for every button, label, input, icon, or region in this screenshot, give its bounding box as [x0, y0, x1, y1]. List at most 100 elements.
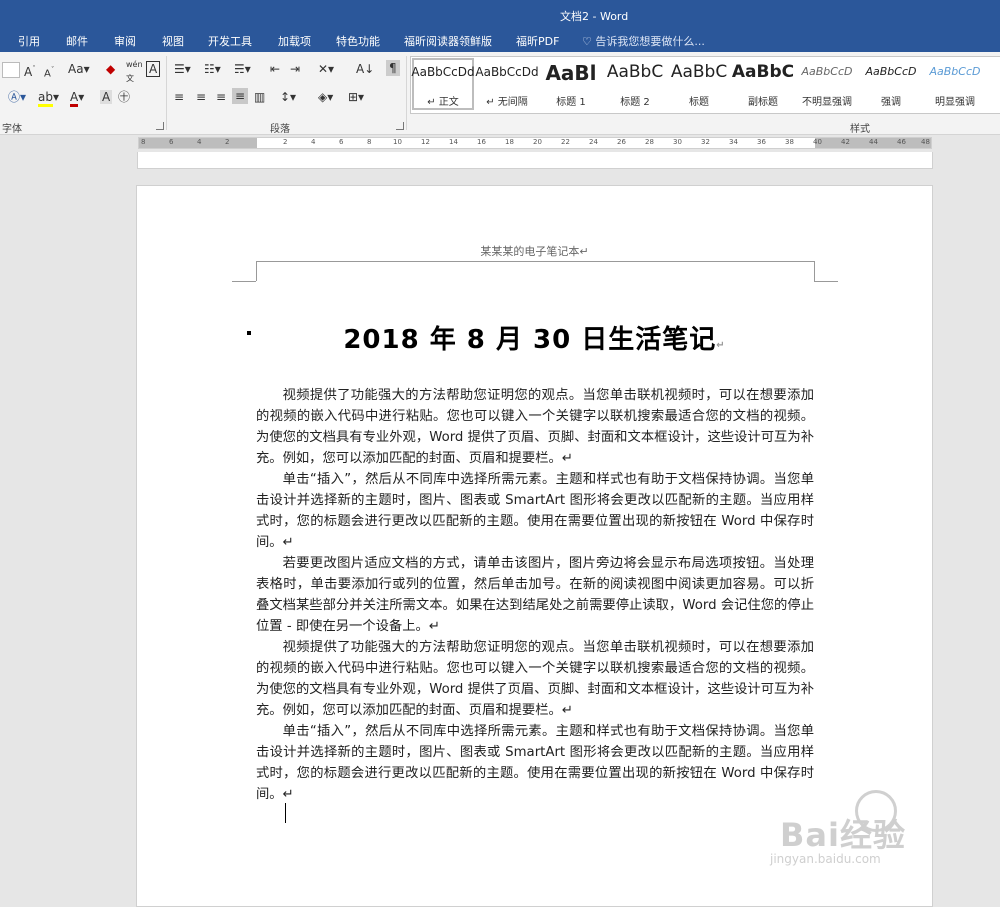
font-dialog-launcher-icon[interactable] — [156, 122, 164, 130]
ruler-tick: 8 — [367, 138, 372, 146]
style-normal[interactable]: AaBbCcDd ↵ 正文 — [411, 57, 475, 111]
crop-mark — [814, 261, 815, 281]
style-heading-1[interactable]: AaBl 标题 1 — [539, 57, 603, 111]
style-name: ↵ 无间隔 — [486, 97, 528, 108]
window-title: 文档2 - Word — [560, 10, 629, 23]
paragraph-dialog-launcher-icon[interactable] — [396, 122, 404, 130]
font-group-label: 字体 — [2, 124, 22, 135]
font-size-dropdown[interactable] — [2, 62, 20, 78]
ruler-tick: 34 — [729, 138, 738, 146]
ribbon: Aˆ Aˇ Aa▾ ◆ wén 文 A Ⓐ▾ ab▾ A▾ A ㊉ 字体 ☰▾ ☷… — [0, 52, 1000, 135]
highlight-color-icon[interactable]: ab▾ — [38, 90, 59, 107]
ruler-tick: 8 — [141, 138, 146, 146]
style-name: 不明显强调 — [802, 97, 852, 108]
multilevel-list-icon[interactable]: ☴▾ — [234, 62, 251, 76]
style-title[interactable]: AaBbC 标题 — [667, 57, 731, 111]
align-center-icon[interactable]: ≡ — [196, 90, 206, 104]
style-emphasis[interactable]: AaBbCcD 强调 — [859, 57, 923, 111]
style-subtitle[interactable]: AaBbC 副标题 — [731, 57, 795, 111]
watermark-url: jingyan.baidu.com — [770, 852, 881, 866]
document-body[interactable]: 视频提供了功能强大的方法帮助您证明您的观点。当您单击联机视频时，可以在想要添加的… — [256, 385, 814, 805]
align-left-icon[interactable]: ≡ — [174, 90, 184, 104]
style-preview: AaBbC — [670, 62, 728, 82]
align-right-icon[interactable]: ≡ — [216, 90, 226, 104]
ruler-tick: 32 — [701, 138, 710, 146]
style-name: 副标题 — [748, 97, 778, 108]
page-header-text[interactable]: 某某某的电子笔记本↵ — [137, 243, 932, 259]
phonetic-guide-icon[interactable]: wén 文 — [126, 58, 143, 86]
style-preview: AaBbC — [731, 62, 795, 82]
tab-special-features[interactable]: 特色功能 — [336, 33, 380, 49]
chinese-layout-icon[interactable]: ✕▾ — [318, 62, 334, 76]
text-effects-icon[interactable]: Ⓐ▾ — [8, 90, 26, 104]
document-title-text: 2018 年 8 月 30 日生活笔记 — [343, 325, 717, 355]
ruler-tick: 48 — [921, 138, 930, 146]
clear-formatting-icon[interactable]: ◆ — [106, 62, 115, 76]
tab-mailings[interactable]: 邮件 — [66, 33, 88, 49]
distributed-icon[interactable]: ▥ — [254, 90, 265, 104]
enclose-characters-icon[interactable]: ㊉ — [118, 90, 130, 104]
crop-mark — [232, 281, 256, 282]
style-intense-emphasis[interactable]: AaBbCcD 明显强调 — [923, 57, 987, 111]
character-shading-icon[interactable]: A — [100, 90, 113, 104]
paragraph-group-label: 段落 — [270, 124, 290, 135]
shrink-font-icon[interactable]: Aˇ — [44, 63, 54, 81]
style-heading-2[interactable]: AaBbC 标题 2 — [603, 57, 667, 111]
tab-addins[interactable]: 加载项 — [278, 33, 311, 49]
body-paragraph: 单击“插入”，然后从不同库中选择所需元素。主题和样式也有助于文档保持协调。当您单… — [256, 472, 814, 550]
ruler-tick: 36 — [757, 138, 766, 146]
ruler-tick: 16 — [477, 138, 486, 146]
ruler-tick: 40 — [813, 138, 822, 146]
paragraph-mark: ↵ — [716, 340, 726, 351]
ruler-tick: 24 — [589, 138, 598, 146]
ruler-tick: 10 — [393, 138, 402, 146]
ruler-tick: 26 — [617, 138, 626, 146]
ruler-tick: 46 — [897, 138, 906, 146]
grow-font-icon[interactable]: Aˆ — [24, 62, 36, 79]
ruler-tick: 44 — [869, 138, 878, 146]
tab-review[interactable]: 审阅 — [114, 33, 136, 49]
change-case-icon[interactable]: Aa▾ — [68, 62, 90, 76]
sort-icon[interactable]: A↓ — [356, 62, 374, 76]
bullets-icon[interactable]: ☰▾ — [174, 62, 191, 76]
horizontal-ruler[interactable]: 8 6 4 2 2 4 6 8 10 12 14 16 18 20 22 24 … — [0, 135, 1000, 149]
justify-icon[interactable]: ≡ — [232, 88, 249, 104]
tab-view[interactable]: 视图 — [162, 33, 184, 49]
tell-me-search[interactable]: ♡ 告诉我您想要做什么... — [582, 33, 705, 49]
style-name: 标题 2 — [620, 97, 650, 108]
line-spacing-icon[interactable]: ↕▾ — [280, 90, 296, 104]
style-preview: AaBbCcD — [865, 65, 917, 78]
ruler-tick: 4 — [311, 138, 316, 146]
tab-foxit-pdf[interactable]: 福昕PDF — [516, 33, 559, 49]
document-title[interactable]: 2018 年 8 月 30 日生活笔记↵ — [137, 319, 932, 356]
ruler-tick: 2 — [225, 138, 230, 146]
previous-page-edge — [137, 152, 933, 169]
borders-icon[interactable]: ⊞▾ — [348, 90, 364, 104]
font-color-icon[interactable]: A▾ — [70, 90, 84, 107]
style-no-spacing[interactable]: AaBbCcDd ↵ 无间隔 — [475, 57, 539, 111]
styles-gallery: AaBbCcDd ↵ 正文 AaBbCcDd ↵ 无间隔 AaBl 标题 1 A… — [410, 56, 1000, 114]
styles-group-label: 样式 — [850, 124, 870, 135]
character-border-icon[interactable]: A — [146, 61, 161, 77]
ruler-tick: 6 — [339, 138, 344, 146]
tab-foxit-reader[interactable]: 福昕阅读器领鲜版 — [404, 33, 492, 49]
ruler-tick: 6 — [169, 138, 174, 146]
decrease-indent-icon[interactable]: ⇤ — [270, 62, 280, 76]
increase-indent-icon[interactable]: ⇥ — [290, 62, 300, 76]
ruler-tick: 30 — [673, 138, 682, 146]
group-divider — [406, 56, 407, 130]
tab-references[interactable]: 引用 — [18, 33, 40, 49]
shading-icon[interactable]: ◈▾ — [318, 90, 333, 104]
ruler-tick: 42 — [841, 138, 850, 146]
numbering-icon[interactable]: ☷▾ — [204, 62, 221, 76]
baidu-watermark: Bai经验 jingyan.baidu.com — [760, 790, 990, 880]
ruler-tick: 2 — [283, 138, 288, 146]
style-preview: AaBbCcDd — [475, 65, 539, 79]
ruler-tick: 12 — [421, 138, 430, 146]
watermark-brand: Bai经验 — [780, 816, 906, 854]
tab-developer[interactable]: 开发工具 — [208, 33, 252, 49]
ruler-tick: 20 — [533, 138, 542, 146]
show-formatting-marks-icon[interactable]: ¶ — [386, 60, 400, 76]
body-paragraph: 视频提供了功能强大的方法帮助您证明您的观点。当您单击联机视频时，可以在想要添加的… — [256, 388, 814, 466]
style-subtle-emphasis[interactable]: AaBbCcD 不明显强调 — [795, 57, 859, 111]
